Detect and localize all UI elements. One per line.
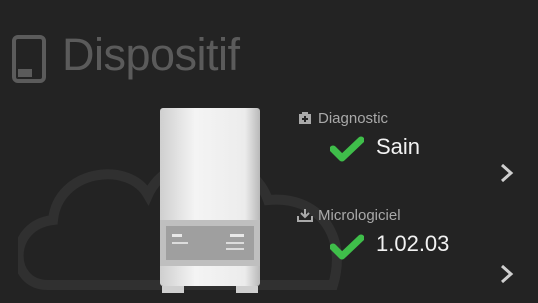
- nas-device-image: [160, 108, 260, 293]
- firmware-label-row: Micrologiciel: [297, 207, 401, 225]
- device-card: Dispositif Diagnostic Sain Micrologiciel…: [0, 0, 538, 303]
- device-icon: [12, 35, 46, 83]
- page-title: Dispositif: [62, 29, 240, 80]
- diagnostic-chevron-right-icon[interactable]: [496, 162, 518, 184]
- diagnostic-label-row: Diagnostic: [297, 110, 388, 128]
- checkmark-icon: [330, 234, 364, 260]
- health-icon: [299, 112, 311, 124]
- diagnostic-label: Diagnostic: [318, 110, 389, 127]
- card-header: Dispositif: [0, 0, 538, 100]
- diagnostic-status: Sain: [376, 134, 421, 159]
- checkmark-icon: [330, 136, 364, 162]
- download-icon: [297, 209, 313, 222]
- firmware-label: Micrologiciel: [318, 207, 401, 224]
- firmware-version: 1.02.03: [376, 231, 450, 256]
- firmware-chevron-right-icon[interactable]: [496, 263, 518, 285]
